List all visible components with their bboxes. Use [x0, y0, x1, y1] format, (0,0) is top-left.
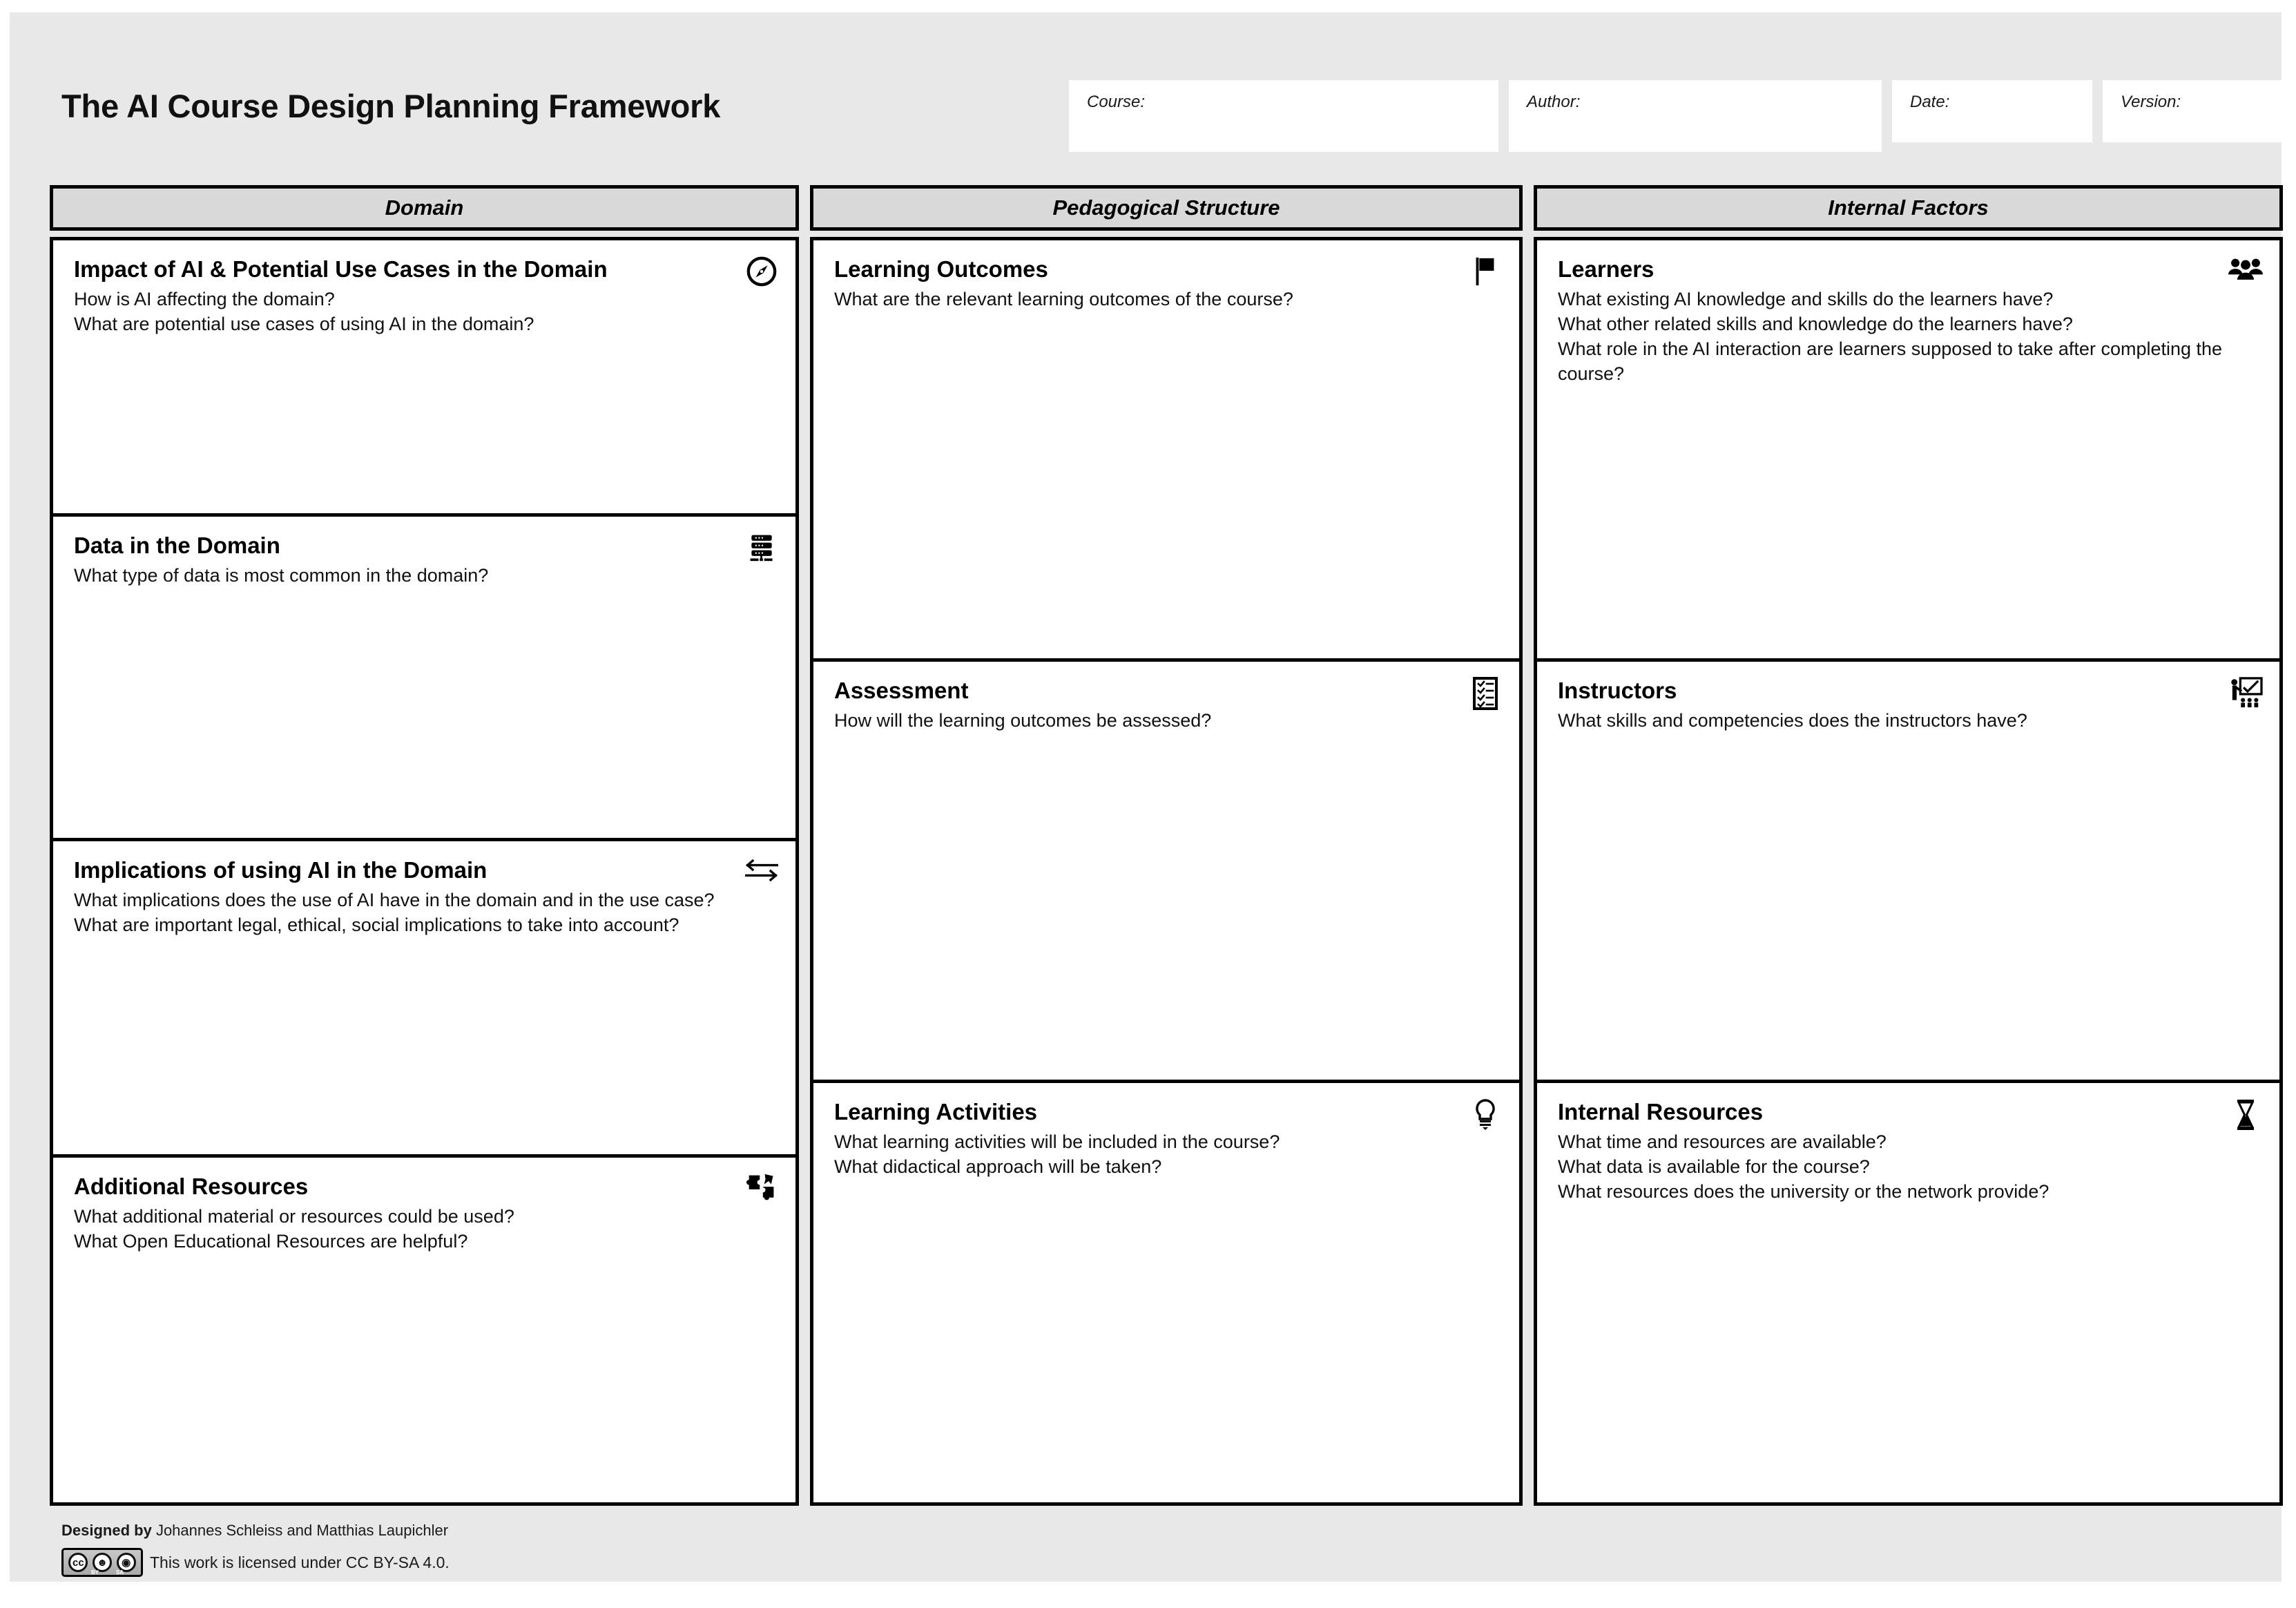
card-prompt: What skills and competencies does the in…: [1558, 710, 2027, 731]
hourglass-icon: [2227, 1098, 2264, 1136]
card-title: Assessment: [834, 678, 969, 703]
card-additional-resources[interactable]: Additional Resources What additional mat…: [53, 1158, 795, 1502]
course-field-label: Course:: [1087, 93, 1146, 111]
card-prompt: What additional material or resources co…: [74, 1206, 514, 1227]
card-assessment[interactable]: Assessment How will the learning outcome…: [813, 662, 1519, 1083]
card-prompt: What data is available for the course?: [1558, 1156, 1870, 1178]
card-body: How will the learning outcomes be assess…: [834, 709, 1498, 734]
card-title: Data in the Domain: [74, 533, 280, 558]
column-header-domain: Domain: [50, 185, 799, 231]
card-prompt: What didactical approach will be taken?: [834, 1156, 1162, 1178]
column-pedagogical-structure: Pedagogical Structure Learning Outcomes …: [810, 185, 1523, 1506]
compass-icon: [743, 256, 780, 293]
card-prompt: What time and resources are available?: [1558, 1131, 1887, 1153]
column-body-pedagogical-structure: Learning Outcomes What are the relevant …: [810, 237, 1523, 1506]
card-body: What are the relevant learning outcomes …: [834, 287, 1498, 312]
columns-container: Domain Impact of AI & Potential Use Case…: [10, 185, 2283, 1506]
date-field-label: Date:: [1910, 93, 1950, 111]
card-prompt: What existing AI knowledge and skills do…: [1558, 289, 2054, 310]
card-learning-activities[interactable]: Learning Activities What learning activi…: [813, 1083, 1519, 1502]
card-title: Instructors: [1558, 678, 1677, 703]
card-internal-resources[interactable]: Internal Resources What time and resourc…: [1537, 1083, 2279, 1502]
card-prompt: What type of data is most common in the …: [74, 565, 489, 586]
card-prompt: How is AI affecting the domain?: [74, 289, 335, 310]
card-title: Learning Activities: [834, 1099, 1038, 1124]
card-instructors[interactable]: Instructors What skills and competencies…: [1537, 662, 2279, 1083]
card-title: Implications of using AI in the Domain: [74, 857, 488, 883]
framework-canvas: The AI Course Design Planning Framework …: [10, 12, 2283, 1582]
column-internal-factors: Internal Factors Learners What existing …: [1534, 185, 2283, 1506]
license-text: This work is licensed under CC BY-SA 4.0…: [150, 1553, 450, 1571]
page-title: The AI Course Design Planning Framework: [61, 88, 721, 124]
header: The AI Course Design Planning Framework …: [10, 12, 2281, 163]
card-title: Learners: [1558, 256, 1655, 282]
card-prompt: What are the relevant learning outcomes …: [834, 289, 1293, 310]
cc-logo-icon: cc: [68, 1553, 88, 1572]
card-prompt: What implications does the use of AI hav…: [74, 890, 715, 936]
card-body: What skills and competencies does the in…: [1558, 709, 2259, 734]
checklist-icon: [1467, 677, 1504, 714]
card-prompt: What learning activities will be include…: [834, 1131, 1280, 1153]
column-title-domain: Domain: [385, 195, 464, 220]
cc-sa-label: SA: [116, 1569, 124, 1576]
card-impact-of-ai[interactable]: Impact of AI & Potential Use Cases in th…: [53, 240, 795, 517]
card-title: Additional Resources: [74, 1174, 309, 1199]
server-rack-icon: [743, 532, 780, 569]
version-field-label: Version:: [2121, 93, 2181, 111]
column-body-internal-factors: Learners What existing AI knowledge and …: [1534, 237, 2283, 1506]
author-field[interactable]: Author:: [1509, 80, 1882, 152]
card-prompt: What are potential use cases of using AI…: [74, 314, 534, 335]
course-field[interactable]: Course:: [1069, 80, 1498, 152]
card-body: What learning activities will be include…: [834, 1130, 1498, 1180]
designed-by-names: Johannes Schleiss and Matthias Laupichle…: [155, 1522, 449, 1539]
column-header-internal-factors: Internal Factors: [1534, 185, 2283, 231]
card-body: What time and resources are available? W…: [1558, 1130, 2259, 1205]
footer: Designed by Johannes Schleiss and Matthi…: [61, 1522, 1443, 1577]
column-header-pedagogical-structure: Pedagogical Structure: [810, 185, 1523, 231]
date-field[interactable]: Date:: [1892, 80, 2092, 142]
author-field-label: Author:: [1527, 93, 1581, 111]
column-domain: Domain Impact of AI & Potential Use Case…: [50, 185, 799, 1506]
cc-by-label: BY: [91, 1569, 99, 1576]
creative-commons-badge-icon: cc ☻ ◉ BY SA: [61, 1548, 143, 1577]
lightbulb-icon: [1467, 1098, 1504, 1136]
card-body: What implications does the use of AI hav…: [74, 888, 775, 938]
designed-by: Designed by Johannes Schleiss and Matthi…: [61, 1522, 1443, 1540]
card-body: What existing AI knowledge and skills do…: [1558, 287, 2259, 387]
column-title-pedagogical-structure: Pedagogical Structure: [1052, 195, 1280, 220]
card-title: Internal Resources: [1558, 1099, 1764, 1124]
card-body: How is AI affecting the domain? What are…: [74, 287, 775, 337]
card-prompt: What role in the AI interaction are lear…: [1558, 338, 2223, 384]
designed-by-prefix: Designed by: [61, 1522, 152, 1539]
card-implications-of-using-ai[interactable]: Implications of using AI in the Domain W…: [53, 841, 795, 1158]
card-prompt: How will the learning outcomes be assess…: [834, 710, 1212, 731]
card-body: What type of data is most common in the …: [74, 564, 775, 588]
card-learners[interactable]: Learners What existing AI knowledge and …: [1537, 240, 2279, 662]
version-field[interactable]: Version:: [2103, 80, 2281, 142]
exchange-arrows-icon: [743, 856, 780, 894]
people-group-icon: [2227, 256, 2264, 293]
card-body: What additional material or resources co…: [74, 1205, 775, 1254]
card-data-in-the-domain[interactable]: Data in the Domain What type of data is …: [53, 517, 795, 841]
card-prompt: What resources does the university or th…: [1558, 1181, 2049, 1203]
instructor-presentation-icon: [2227, 677, 2264, 714]
card-title: Impact of AI & Potential Use Cases in th…: [74, 256, 608, 282]
flag-icon: [1467, 256, 1504, 293]
card-prompt: What Open Educational Resources are help…: [74, 1231, 468, 1252]
card-learning-outcomes[interactable]: Learning Outcomes What are the relevant …: [813, 240, 1519, 662]
column-body-domain: Impact of AI & Potential Use Cases in th…: [50, 237, 799, 1506]
puzzle-pieces-icon: [743, 1173, 780, 1210]
column-title-internal-factors: Internal Factors: [1828, 195, 1989, 220]
license-row: cc ☻ ◉ BY SA This work is licensed under…: [61, 1548, 1443, 1577]
card-title: Learning Outcomes: [834, 256, 1048, 282]
card-prompt: What other related skills and knowledge …: [1558, 314, 2073, 335]
